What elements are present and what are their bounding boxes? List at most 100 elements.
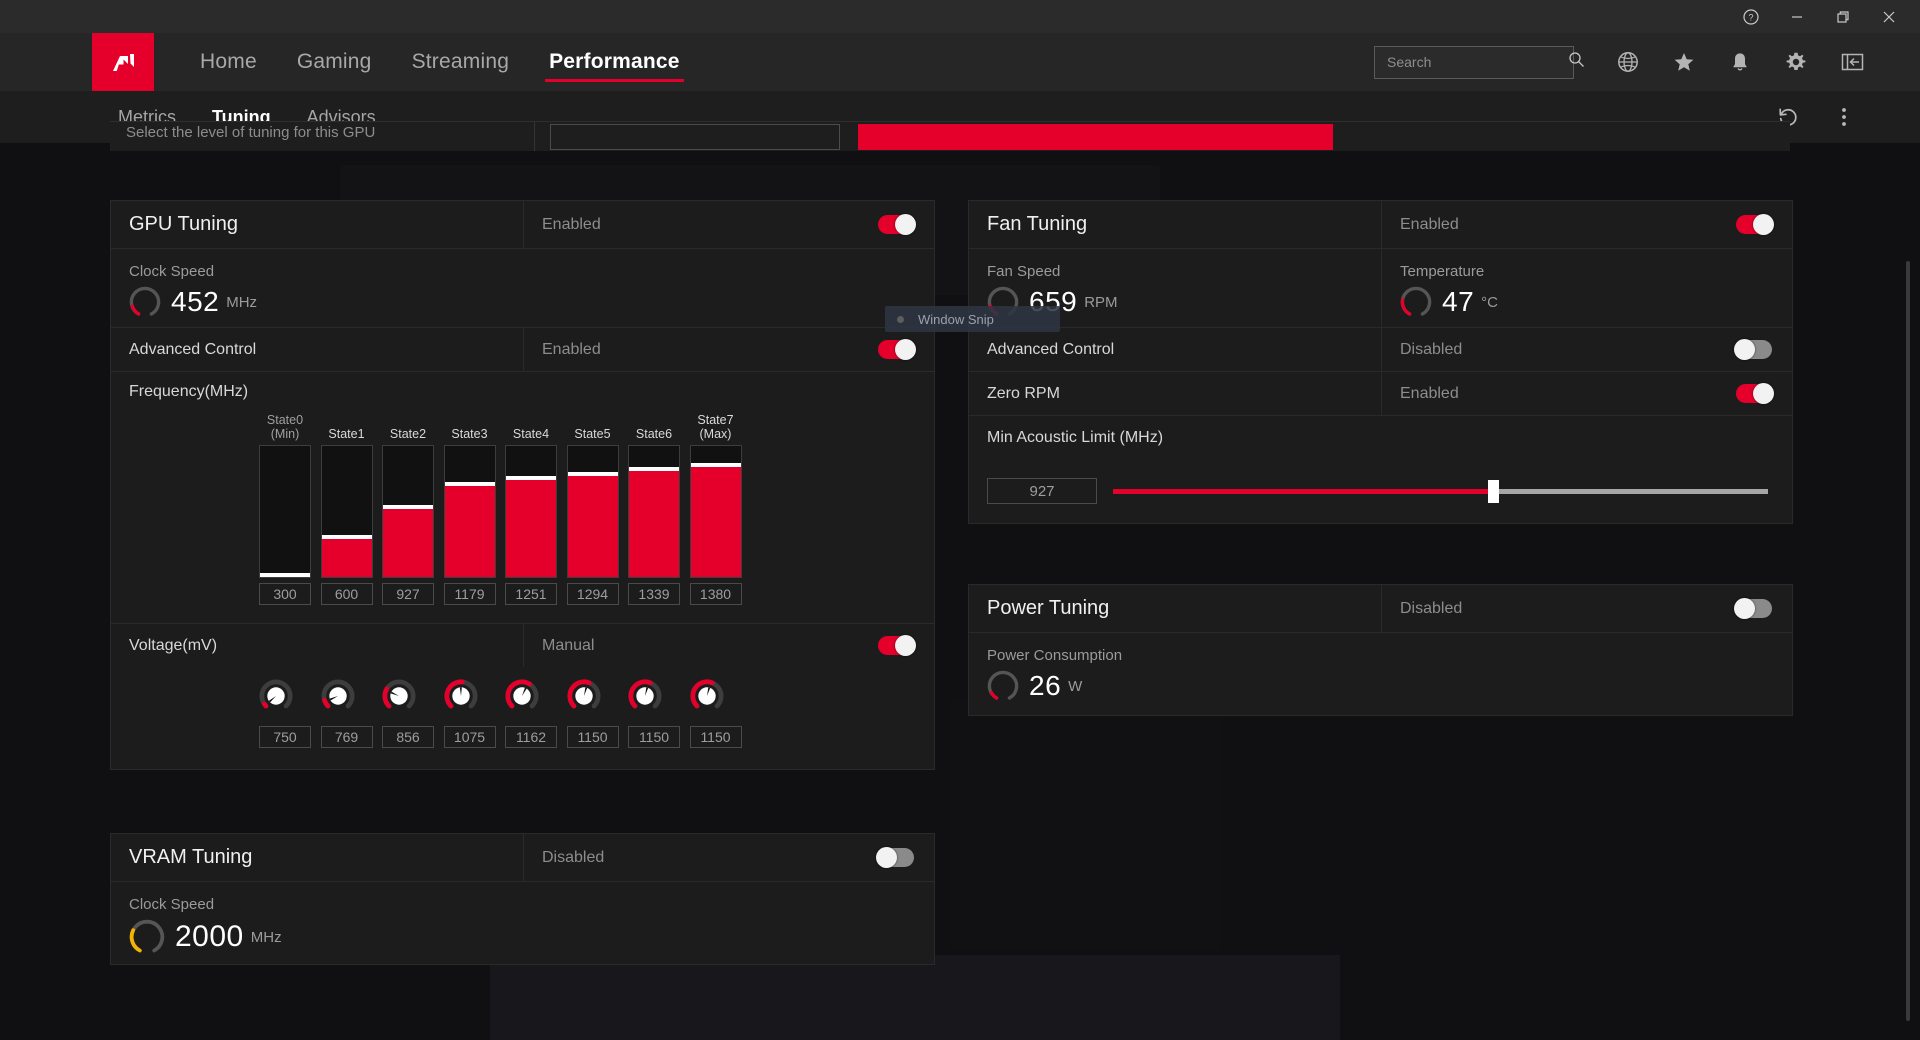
gpu-tuning-toggle[interactable] [878,214,916,235]
frequency-bar-fill [321,538,372,577]
fan-tuning-state-label: Enabled [1400,215,1459,233]
frequency-state-value[interactable]: 1339 [628,583,680,605]
tuning-level-selected-bar[interactable] [858,124,1333,150]
nav-item-gaming[interactable]: Gaming [277,33,392,91]
nav-item-performance[interactable]: Performance [529,33,700,91]
voltage-knob-icon[interactable] [628,679,662,713]
nav-item-streaming[interactable]: Streaming [392,33,530,91]
frequency-bar-handle[interactable] [321,535,372,539]
voltage-state-value[interactable]: 1162 [505,726,557,748]
frequency-state-value[interactable]: 1380 [689,583,742,605]
voltage-state-value[interactable]: 1150 [566,726,619,748]
voltage-knob-icon[interactable] [382,679,416,713]
panel-collapse-icon[interactable] [1824,42,1880,82]
voltage-state-column[interactable]: 1150 [628,679,680,748]
frequency-state-column[interactable]: State0 (Min) 300 [259,411,311,605]
voltage-knob-icon[interactable] [689,679,724,713]
voltage-state-column[interactable]: 1162 [505,679,557,748]
frequency-bar-handle[interactable] [506,476,556,480]
frequency-bar-handle[interactable] [383,505,433,509]
restore-button[interactable] [1820,0,1866,33]
min-acoustic-limit-slider[interactable] [1113,479,1768,503]
frequency-bar[interactable] [566,445,619,578]
voltage-knob-icon[interactable] [443,679,478,713]
vram-clock-speed-label: Clock Speed [129,896,215,913]
amd-logo-icon[interactable] [92,33,154,91]
help-button[interactable]: ? [1728,0,1774,33]
voltage-knob-icon[interactable] [259,679,293,713]
voltage-state-value[interactable]: 1075 [443,726,496,748]
zero-rpm-toggle[interactable] [1736,383,1774,404]
voltage-state-value[interactable]: 750 [259,726,311,748]
slider-thumb[interactable] [1487,479,1499,503]
frequency-state-value[interactable]: 1251 [505,583,557,605]
frequency-state-column[interactable]: State5 1294 [566,411,619,605]
search-box[interactable] [1374,45,1584,79]
frequency-state-value[interactable]: 1294 [566,583,619,605]
fan-tuning-card: Fan Tuning Enabled Fan Speed 659 RPM Tem… [968,200,1793,524]
voltage-knob-icon[interactable] [321,679,355,713]
star-icon[interactable] [1656,42,1712,82]
frequency-state-column[interactable]: State4 1251 [505,411,557,605]
frequency-state-value[interactable]: 300 [259,583,311,605]
voltage-state-column[interactable]: 856 [382,679,434,748]
frequency-bar-handle[interactable] [567,472,618,476]
fan-advanced-control-toggle[interactable] [1734,339,1772,360]
frequency-state-column[interactable]: State3 1179 [443,411,496,605]
voltage-knob-icon[interactable] [566,679,601,713]
voltage-state-column[interactable]: 1150 [566,679,619,748]
gpu-voltage-toggle[interactable] [878,635,916,656]
voltage-state-value[interactable]: 1150 [628,726,680,748]
voltage-state-value[interactable]: 856 [382,726,434,748]
bell-icon[interactable] [1712,42,1768,82]
gpu-voltage-knobs[interactable]: 750 769 856 1075 1162 1150 1150 1150 [111,667,934,769]
toggle-knob [1734,339,1755,360]
voltage-state-column[interactable]: 750 [259,679,311,748]
close-button[interactable] [1866,0,1912,33]
frequency-state-column[interactable]: State2 927 [382,411,434,605]
power-tuning-toggle[interactable] [1734,598,1772,619]
frequency-state-value[interactable]: 927 [382,583,434,605]
power-consumption-value: 26 [1029,670,1062,701]
frequency-bar[interactable] [259,445,311,578]
frequency-bar[interactable] [628,445,680,578]
frequency-bar[interactable] [689,445,742,578]
window-snip-tooltip: Window Snip [885,306,1060,332]
gpu-tuning-card: GPU Tuning Enabled Clock Speed 452 MHz A… [110,200,935,770]
frequency-bar[interactable] [320,445,373,578]
frequency-bar-handle[interactable] [629,467,679,471]
voltage-state-column[interactable]: 1150 [689,679,742,748]
fan-tuning-toggle[interactable] [1736,214,1774,235]
search-icon[interactable] [1568,51,1585,73]
gpu-advanced-control-toggle[interactable] [878,339,916,360]
vertical-scrollbar[interactable] [1906,261,1910,1021]
search-input[interactable] [1387,54,1568,70]
frequency-state-value[interactable]: 1179 [443,583,496,605]
voltage-state-column[interactable]: 769 [320,679,373,748]
globe-icon[interactable] [1600,42,1656,82]
frequency-bar-handle[interactable] [690,463,741,467]
vram-tuning-toggle[interactable] [876,847,914,868]
frequency-state-column[interactable]: State7 (Max) 1380 [689,411,742,605]
voltage-state-value[interactable]: 769 [320,726,373,748]
voltage-state-value[interactable]: 1150 [689,726,742,748]
nav-item-home[interactable]: Home [180,33,277,91]
minimize-button[interactable] [1774,0,1820,33]
tuning-level-input[interactable] [550,124,840,150]
main-nav-items: Home Gaming Streaming Performance [180,33,700,91]
min-acoustic-limit-value[interactable]: 927 [987,478,1097,504]
frequency-state-column[interactable]: State1 600 [320,411,373,605]
frequency-bar[interactable] [505,445,557,578]
frequency-state-column[interactable]: State6 1339 [628,411,680,605]
frequency-bar[interactable] [443,445,496,578]
gear-icon[interactable] [1768,42,1824,82]
frequency-bar-handle[interactable] [444,482,495,486]
frequency-bar-handle[interactable] [260,573,310,577]
voltage-state-column[interactable]: 1075 [443,679,496,748]
gpu-frequency-chart[interactable]: State0 (Min) 300 State1 600 State2 927 State3 11… [111,411,934,623]
frequency-state-value[interactable]: 600 [320,583,373,605]
gpu-advanced-control-state-label: Enabled [542,340,601,358]
frequency-bar[interactable] [382,445,434,578]
more-options-icon[interactable] [1816,97,1872,137]
voltage-knob-icon[interactable] [505,679,539,713]
